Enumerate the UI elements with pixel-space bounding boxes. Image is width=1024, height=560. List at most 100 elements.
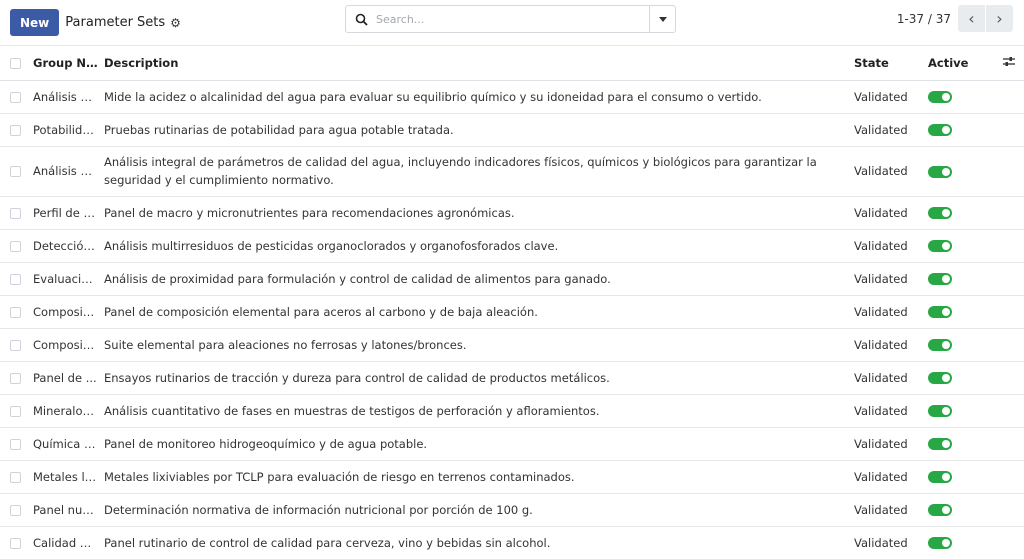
group-name-cell[interactable]: Metales li... — [30, 460, 104, 494]
search-options-toggle[interactable] — [649, 6, 675, 32]
table-row[interactable]: Análisis d... Mide la acidez o alcalinida… — [0, 80, 1024, 114]
row-checkbox[interactable] — [10, 504, 21, 516]
description-cell[interactable]: Panel de composición elemental para acer… — [104, 295, 852, 329]
state-cell[interactable]: Validated — [852, 113, 926, 147]
active-toggle[interactable] — [928, 504, 952, 516]
description-cell[interactable]: Metales lixiviables por TCLP para evalua… — [104, 460, 852, 494]
description-cell[interactable]: Determinación normativa de información n… — [104, 493, 852, 527]
sliders-icon[interactable] — [1003, 56, 1015, 70]
active-toggle[interactable] — [928, 240, 952, 252]
pager-previous-button[interactable]: ‹ — [958, 5, 985, 32]
row-checkbox[interactable] — [10, 438, 21, 450]
column-header-active[interactable]: Active — [926, 46, 998, 81]
state-cell[interactable]: Validated — [852, 493, 926, 527]
select-all-checkbox[interactable] — [10, 57, 21, 69]
group-name-cell[interactable]: Detección... — [30, 229, 104, 263]
table-row[interactable]: Perfil de n... Panel de macro y micronutr… — [0, 196, 1024, 230]
row-checkbox[interactable] — [10, 405, 21, 417]
description-cell[interactable]: Análisis cuantitativo de fases en muestr… — [104, 394, 852, 428]
active-toggle[interactable] — [928, 537, 952, 549]
description-cell[interactable]: Mide la acidez o alcalinidad del agua pa… — [104, 80, 852, 114]
state-cell[interactable]: Validated — [852, 361, 926, 395]
row-select-cell — [0, 427, 30, 461]
row-checkbox[interactable] — [10, 166, 21, 177]
state-cell[interactable]: Validated — [852, 80, 926, 114]
state-cell[interactable]: Validated — [852, 394, 926, 428]
row-checkbox[interactable] — [10, 537, 21, 549]
search-input[interactable] — [376, 12, 649, 26]
description-cell[interactable]: Ensayos rutinarios de tracción y dureza … — [104, 361, 852, 395]
state-cell[interactable]: Validated — [852, 295, 926, 329]
active-cell — [926, 493, 998, 527]
new-button[interactable]: New — [10, 9, 60, 36]
group-name-cell[interactable]: Evaluació... — [30, 262, 104, 296]
group-name-cell[interactable]: Mineralog... — [30, 394, 104, 428]
active-toggle[interactable] — [928, 372, 952, 384]
group-name-cell[interactable]: Análisis d... — [30, 146, 104, 197]
table-row[interactable]: Panel nutr... Determinación normativa de … — [0, 493, 1024, 527]
table-row[interactable]: Metales li... Metales lixiviables por TCL… — [0, 460, 1024, 494]
gear-icon[interactable]: ⚙ — [170, 16, 181, 30]
state-cell[interactable]: Validated — [852, 262, 926, 296]
table-row[interactable]: Química d... Panel de monitoreo hidrogeoq… — [0, 427, 1024, 461]
table-row[interactable]: Composici... Suite elemental para aleacio… — [0, 328, 1024, 362]
row-checkbox[interactable] — [10, 207, 21, 219]
row-checkbox[interactable] — [10, 471, 21, 483]
active-toggle[interactable] — [928, 207, 952, 219]
group-name-cell[interactable]: Composici... — [30, 295, 104, 329]
state-cell[interactable]: Validated — [852, 427, 926, 461]
pager-next-button[interactable]: › — [986, 5, 1013, 32]
column-header-description[interactable]: Description — [104, 46, 852, 81]
active-toggle[interactable] — [928, 438, 952, 450]
pager-value[interactable]: 1-37 / 37 — [897, 12, 951, 26]
group-name-cell[interactable]: Análisis d... — [30, 80, 104, 114]
table-row[interactable]: Detección... Análisis multirresiduos de p… — [0, 229, 1024, 263]
table-row[interactable]: Potabilida... Pruebas rutinarias de potab… — [0, 113, 1024, 147]
description-cell[interactable]: Análisis integral de parámetros de calid… — [104, 146, 852, 197]
table-row[interactable]: Evaluació... Análisis de proximidad para … — [0, 262, 1024, 296]
description-cell[interactable]: Panel de monitoreo hidrogeoquímico y de … — [104, 427, 852, 461]
row-checkbox[interactable] — [10, 273, 21, 285]
group-name-cell[interactable]: Panel nutr... — [30, 493, 104, 527]
state-cell[interactable]: Validated — [852, 328, 926, 362]
state-cell[interactable]: Validated — [852, 146, 926, 197]
row-checkbox[interactable] — [10, 339, 21, 351]
active-toggle[interactable] — [928, 339, 952, 351]
active-toggle[interactable] — [928, 405, 952, 417]
column-header-group-name[interactable]: Group Na... — [30, 46, 104, 81]
table-row[interactable]: Mineralog... Análisis cuantitativo de fas… — [0, 394, 1024, 428]
group-name-cell[interactable]: Perfil de n... — [30, 196, 104, 230]
group-name-cell[interactable]: Composici... — [30, 328, 104, 362]
active-toggle[interactable] — [928, 91, 952, 103]
row-checkbox[interactable] — [10, 124, 21, 136]
description-cell[interactable]: Pruebas rutinarias de potabilidad para a… — [104, 113, 852, 147]
row-checkbox[interactable] — [10, 91, 21, 103]
row-checkbox[interactable] — [10, 372, 21, 384]
group-name-cell[interactable]: Química d... — [30, 427, 104, 461]
active-toggle[interactable] — [928, 273, 952, 285]
group-name-cell[interactable]: Calidad d... — [30, 526, 104, 560]
description-cell[interactable]: Análisis multirresiduos de pesticidas or… — [104, 229, 852, 263]
table-row[interactable]: Composici... Panel de composición element… — [0, 295, 1024, 329]
active-toggle[interactable] — [928, 124, 952, 136]
description-cell[interactable]: Análisis de proximidad para formulación … — [104, 262, 852, 296]
state-cell[interactable]: Validated — [852, 460, 926, 494]
group-name-cell[interactable]: Panel de ... — [30, 361, 104, 395]
column-header-state[interactable]: State — [852, 46, 926, 81]
description-cell[interactable]: Panel de macro y micronutrientes para re… — [104, 196, 852, 230]
active-toggle[interactable] — [928, 165, 952, 178]
active-toggle[interactable] — [928, 471, 952, 483]
row-checkbox[interactable] — [10, 240, 21, 252]
state-cell[interactable]: Validated — [852, 196, 926, 230]
state-cell[interactable]: Validated — [852, 526, 926, 560]
table-row[interactable]: Calidad d... Panel rutinario de control d… — [0, 526, 1024, 560]
group-name-cell[interactable]: Potabilida... — [30, 113, 104, 147]
table-row[interactable]: Análisis d... Análisis integral de paráme… — [0, 146, 1024, 197]
description-cell[interactable]: Suite elemental para aleaciones no ferro… — [104, 328, 852, 362]
active-cell — [926, 328, 998, 362]
state-cell[interactable]: Validated — [852, 229, 926, 263]
active-toggle[interactable] — [928, 306, 952, 318]
description-cell[interactable]: Panel rutinario de control de calidad pa… — [104, 526, 852, 560]
row-checkbox[interactable] — [10, 306, 21, 318]
table-row[interactable]: Panel de ... Ensayos rutinarios de tracci… — [0, 361, 1024, 395]
